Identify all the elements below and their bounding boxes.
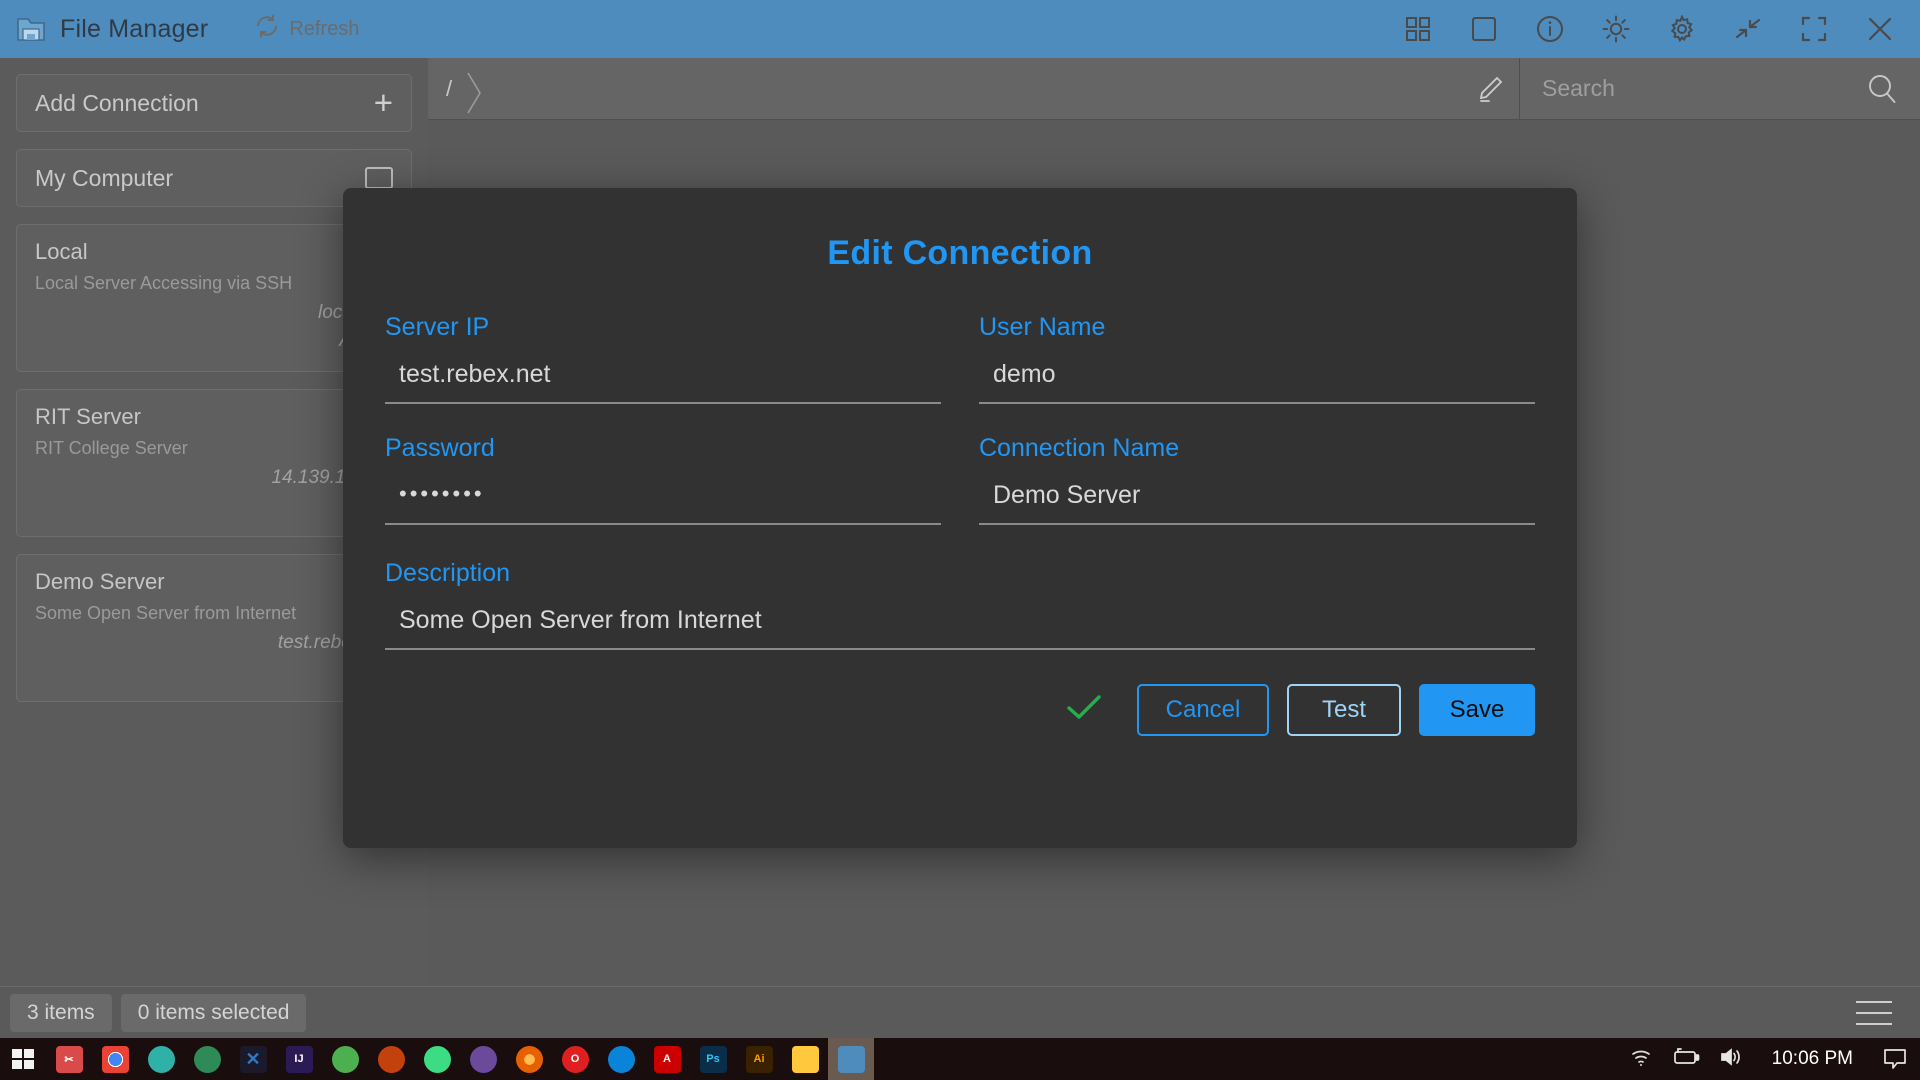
- mint-icon[interactable]: [322, 1038, 368, 1080]
- field-label: Connection Name: [979, 434, 1535, 463]
- cancel-button[interactable]: Cancel: [1137, 684, 1269, 736]
- android-studio-icon[interactable]: [414, 1038, 460, 1080]
- illustrator-icon[interactable]: Ai: [736, 1038, 782, 1080]
- checkmark-icon: [1065, 691, 1103, 729]
- field-label: Description: [385, 559, 1535, 588]
- save-button[interactable]: Save: [1419, 684, 1535, 736]
- field-label: Server IP: [385, 313, 941, 342]
- volume-icon[interactable]: [1719, 1047, 1743, 1072]
- test-button[interactable]: Test: [1287, 684, 1401, 736]
- user-name-input[interactable]: demo: [979, 360, 1535, 404]
- atom-icon[interactable]: [184, 1038, 230, 1080]
- opera-icon[interactable]: O: [552, 1038, 598, 1080]
- postman-icon[interactable]: [368, 1038, 414, 1080]
- modal-overlay: Edit Connection Server IP test.rebex.net…: [0, 0, 1920, 1080]
- file-explorer-icon[interactable]: [782, 1038, 828, 1080]
- field-password: Password ••••••••: [385, 434, 941, 555]
- field-server-ip: Server IP test.rebex.net: [385, 313, 941, 434]
- field-description: Description Some Open Server from Intern…: [385, 559, 1535, 650]
- onion-icon[interactable]: [460, 1038, 506, 1080]
- connection-name-input[interactable]: Demo Server: [979, 481, 1535, 525]
- intellij-icon[interactable]: IJ: [276, 1038, 322, 1080]
- taskbar-clock[interactable]: 10:06 PM: [1772, 1048, 1853, 1070]
- system-tray: 10:06 PM: [1629, 1047, 1908, 1072]
- file-manager-app-icon[interactable]: [828, 1038, 874, 1080]
- dialog-form-row-2: Password •••••••• Connection Name Demo S…: [385, 434, 1535, 555]
- description-input[interactable]: Some Open Server from Internet: [385, 606, 1535, 650]
- wifi-icon[interactable]: [1629, 1047, 1653, 1072]
- field-label: User Name: [979, 313, 1535, 342]
- acrobat-reader-icon[interactable]: A: [644, 1038, 690, 1080]
- photoshop-icon[interactable]: Ps: [690, 1038, 736, 1080]
- field-user-name: User Name demo: [979, 313, 1535, 434]
- opera-gx-icon[interactable]: [138, 1038, 184, 1080]
- chrome-icon[interactable]: [92, 1038, 138, 1080]
- windows-taskbar: ✂ ✕ IJ O A Ps Ai: [0, 1038, 1920, 1080]
- battery-charging-icon[interactable]: [1672, 1048, 1700, 1071]
- dialog-actions: Cancel Test Save: [385, 684, 1535, 736]
- windows-start-icon[interactable]: [0, 1038, 46, 1080]
- vscode-icon[interactable]: ✕: [230, 1038, 276, 1080]
- dialog-title: Edit Connection: [385, 188, 1535, 273]
- field-label: Password: [385, 434, 941, 463]
- dialog-form-row-1: Server IP test.rebex.net User Name demo: [385, 313, 1535, 434]
- firefox-icon[interactable]: [506, 1038, 552, 1080]
- server-ip-input[interactable]: test.rebex.net: [385, 360, 941, 404]
- field-connection-name: Connection Name Demo Server: [979, 434, 1535, 555]
- password-input[interactable]: ••••••••: [385, 481, 941, 525]
- snipping-tool-icon[interactable]: ✂: [46, 1038, 92, 1080]
- notification-icon[interactable]: [1882, 1048, 1908, 1070]
- edge-icon[interactable]: [598, 1038, 644, 1080]
- edit-connection-dialog: Edit Connection Server IP test.rebex.net…: [343, 188, 1577, 848]
